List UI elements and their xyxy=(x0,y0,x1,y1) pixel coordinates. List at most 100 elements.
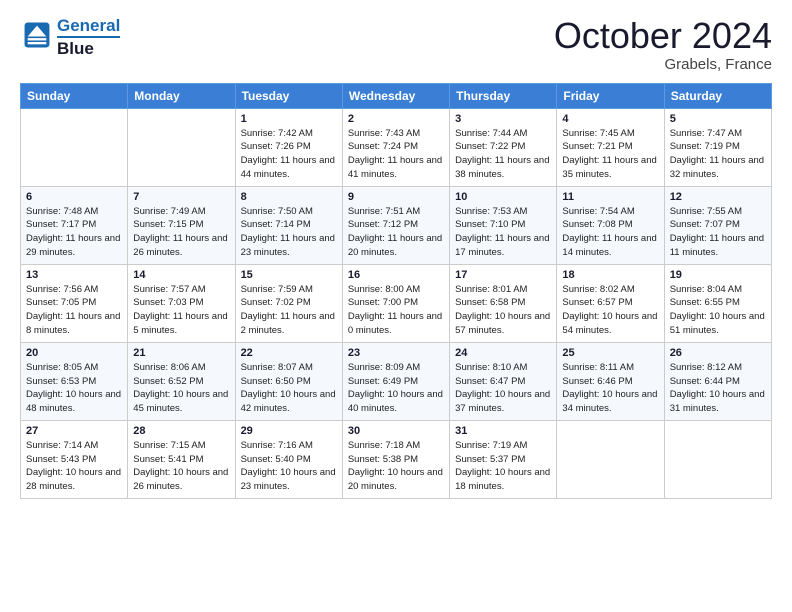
calendar-week-1: 1Sunrise: 7:42 AMSunset: 7:26 PMDaylight… xyxy=(21,108,772,186)
daylight-label: Daylight: 11 hours and 8 minutes. xyxy=(26,311,120,336)
daylight-label: Daylight: 10 hours and 34 minutes. xyxy=(562,389,657,414)
sunrise-label: Sunrise: 8:00 AM xyxy=(348,284,420,295)
day-info: Sunrise: 8:02 AMSunset: 6:57 PMDaylight:… xyxy=(562,283,658,338)
day-info: Sunrise: 7:57 AMSunset: 7:03 PMDaylight:… xyxy=(133,283,229,338)
sunset-label: Sunset: 7:14 PM xyxy=(241,219,311,230)
sunrise-label: Sunrise: 7:14 AM xyxy=(26,440,98,451)
daylight-label: Daylight: 11 hours and 41 minutes. xyxy=(348,155,442,180)
page: General Blue October 2024 Grabels, Franc… xyxy=(0,0,792,612)
sunset-label: Sunset: 7:12 PM xyxy=(348,219,418,230)
sunrise-label: Sunrise: 7:44 AM xyxy=(455,128,527,139)
day-info: Sunrise: 7:16 AMSunset: 5:40 PMDaylight:… xyxy=(241,439,337,494)
daylight-label: Daylight: 11 hours and 5 minutes. xyxy=(133,311,227,336)
sunrise-label: Sunrise: 7:53 AM xyxy=(455,206,527,217)
day-info: Sunrise: 8:07 AMSunset: 6:50 PMDaylight:… xyxy=(241,361,337,416)
sunset-label: Sunset: 6:57 PM xyxy=(562,297,632,308)
day-number: 21 xyxy=(133,347,229,359)
day-number: 18 xyxy=(562,269,658,281)
day-number: 26 xyxy=(670,347,766,359)
sunset-label: Sunset: 5:40 PM xyxy=(241,454,311,465)
sunrise-label: Sunrise: 7:43 AM xyxy=(348,128,420,139)
calendar-week-5: 27Sunrise: 7:14 AMSunset: 5:43 PMDayligh… xyxy=(21,420,772,498)
calendar-week-3: 13Sunrise: 7:56 AMSunset: 7:05 PMDayligh… xyxy=(21,264,772,342)
calendar-cell: 11Sunrise: 7:54 AMSunset: 7:08 PMDayligh… xyxy=(557,186,664,264)
header-thursday: Thursday xyxy=(450,83,557,108)
sunrise-label: Sunrise: 8:05 AM xyxy=(26,362,98,373)
header: General Blue October 2024 Grabels, Franc… xyxy=(20,16,772,73)
sunset-label: Sunset: 7:05 PM xyxy=(26,297,96,308)
sunset-label: Sunset: 6:50 PM xyxy=(241,376,311,387)
day-info: Sunrise: 7:53 AMSunset: 7:10 PMDaylight:… xyxy=(455,205,551,260)
sunset-label: Sunset: 7:17 PM xyxy=(26,219,96,230)
sunset-label: Sunset: 5:43 PM xyxy=(26,454,96,465)
logo-icon xyxy=(23,21,51,49)
sunrise-label: Sunrise: 7:47 AM xyxy=(670,128,742,139)
calendar-cell: 20Sunrise: 8:05 AMSunset: 6:53 PMDayligh… xyxy=(21,342,128,420)
calendar-cell: 12Sunrise: 7:55 AMSunset: 7:07 PMDayligh… xyxy=(664,186,771,264)
sunrise-label: Sunrise: 7:54 AM xyxy=(562,206,634,217)
calendar-cell: 10Sunrise: 7:53 AMSunset: 7:10 PMDayligh… xyxy=(450,186,557,264)
day-number: 16 xyxy=(348,269,444,281)
day-info: Sunrise: 8:00 AMSunset: 7:00 PMDaylight:… xyxy=(348,283,444,338)
day-info: Sunrise: 7:50 AMSunset: 7:14 PMDaylight:… xyxy=(241,205,337,260)
day-number: 23 xyxy=(348,347,444,359)
sunset-label: Sunset: 7:07 PM xyxy=(670,219,740,230)
calendar-cell: 13Sunrise: 7:56 AMSunset: 7:05 PMDayligh… xyxy=(21,264,128,342)
day-number: 20 xyxy=(26,347,122,359)
calendar-cell: 22Sunrise: 8:07 AMSunset: 6:50 PMDayligh… xyxy=(235,342,342,420)
day-info: Sunrise: 8:09 AMSunset: 6:49 PMDaylight:… xyxy=(348,361,444,416)
calendar-cell: 28 Sunrise: 7:15 AMSunset: 5:41 PMDayligh… xyxy=(128,420,235,498)
calendar-cell: 19Sunrise: 8:04 AMSunset: 6:55 PMDayligh… xyxy=(664,264,771,342)
daylight-label: Daylight: 10 hours and 28 minutes. xyxy=(26,467,121,492)
calendar-cell: 15Sunrise: 7:59 AMSunset: 7:02 PMDayligh… xyxy=(235,264,342,342)
sunrise-label: Sunrise: 7:49 AM xyxy=(133,206,205,217)
day-number: 17 xyxy=(455,269,551,281)
daylight-label: Daylight: 10 hours and 51 minutes. xyxy=(670,311,765,336)
daylight-label: Daylight: 10 hours and 31 minutes. xyxy=(670,389,765,414)
month-title: October 2024 xyxy=(554,16,772,56)
sunset-label: Sunset: 6:46 PM xyxy=(562,376,632,387)
sunset-label: Sunset: 7:15 PM xyxy=(133,219,203,230)
day-number: 12 xyxy=(670,191,766,203)
sunset-label: Sunset: 6:58 PM xyxy=(455,297,525,308)
day-info: Sunrise: 7:49 AM Sunset: 7:15 PM Daylight:… xyxy=(133,205,229,260)
daylight-label: Daylight: 11 hours and 2 minutes. xyxy=(241,311,335,336)
day-info: Sunrise: 7:42 AMSunset: 7:26 PMDaylight:… xyxy=(241,127,337,182)
day-info: Sunrise: 7:15 AMSunset: 5:41 PMDaylight:… xyxy=(133,439,229,494)
day-number: 30 xyxy=(348,425,444,437)
day-info: Sunrise: 7:48 AMSunset: 7:17 PMDaylight:… xyxy=(26,205,122,260)
calendar-cell: 3Sunrise: 7:44 AMSunset: 7:22 PMDaylight… xyxy=(450,108,557,186)
daylight-label: Daylight: 10 hours and 18 minutes. xyxy=(455,467,550,492)
daylight-label: Daylight: 11 hours and 29 minutes. xyxy=(26,233,120,258)
day-number: 5 xyxy=(670,113,766,125)
calendar-cell: 29Sunrise: 7:16 AMSunset: 5:40 PMDayligh… xyxy=(235,420,342,498)
sunrise-label: Sunrise: 7:42 AM xyxy=(241,128,313,139)
day-info: Sunrise: 7:19 AMSunset: 5:37 PMDaylight:… xyxy=(455,439,551,494)
sunset-label: Sunset: 7:02 PM xyxy=(241,297,311,308)
day-number: 6 xyxy=(26,191,122,203)
sunrise-label: Sunrise: 7:56 AM xyxy=(26,284,98,295)
calendar-cell xyxy=(557,420,664,498)
sunset-label: Sunset: 6:52 PM xyxy=(133,376,203,387)
calendar-cell: 5 Sunrise: 7:47 AM Sunset: 7:19 PM Daylight… xyxy=(664,108,771,186)
sunrise-label: Sunrise: 7:18 AM xyxy=(348,440,420,451)
sunset-label: Sunset: 7:08 PM xyxy=(562,219,632,230)
daylight-label: Daylight: 10 hours and 57 minutes. xyxy=(455,311,550,336)
sunset-label: Sunset: 7:21 PM xyxy=(562,141,632,152)
daylight-label: Daylight: 11 hours and 20 minutes. xyxy=(348,233,442,258)
sunset-label: Sunset: 5:41 PM xyxy=(133,454,203,465)
sunset-label: Sunset: 5:37 PM xyxy=(455,454,525,465)
sunset-label: Sunset: 7:19 PM xyxy=(670,141,740,152)
header-saturday: Saturday xyxy=(664,83,771,108)
header-friday: Friday xyxy=(557,83,664,108)
day-number: 28 xyxy=(133,425,229,437)
daylight-label: Daylight: 11 hours and 32 minutes. xyxy=(670,155,764,180)
daylight-label: Daylight: 10 hours and 40 minutes. xyxy=(348,389,443,414)
daylight-label: Daylight: 11 hours and 26 minutes. xyxy=(133,233,227,258)
calendar-cell: 14Sunrise: 7:57 AMSunset: 7:03 PMDayligh… xyxy=(128,264,235,342)
calendar-week-4: 20Sunrise: 8:05 AMSunset: 6:53 PMDayligh… xyxy=(21,342,772,420)
calendar-cell: 2Sunrise: 7:43 AMSunset: 7:24 PMDaylight… xyxy=(342,108,449,186)
calendar-cell: 8Sunrise: 7:50 AMSunset: 7:14 PMDaylight… xyxy=(235,186,342,264)
calendar-header-row: Sunday Monday Tuesday Wednesday Thursday… xyxy=(21,83,772,108)
daylight-label: Daylight: 11 hours and 0 minutes. xyxy=(348,311,442,336)
